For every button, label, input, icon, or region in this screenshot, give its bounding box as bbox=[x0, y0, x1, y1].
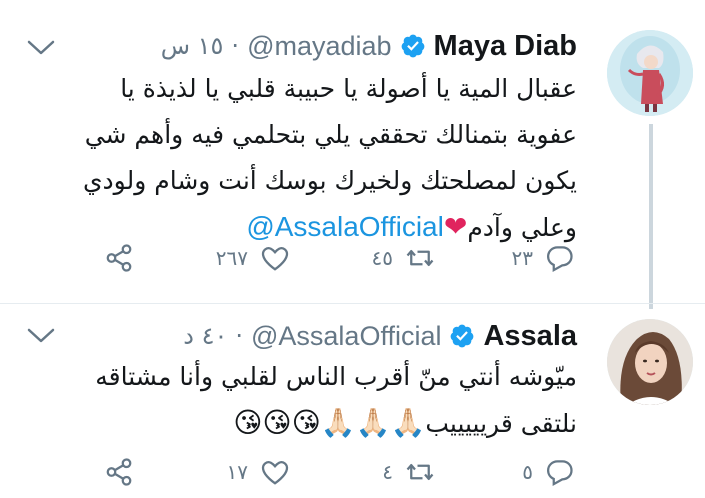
author-name[interactable]: Assala bbox=[483, 320, 577, 353]
separator-dot: · bbox=[231, 32, 240, 60]
author-handle[interactable]: @mayadiab bbox=[247, 31, 391, 62]
thread-line bbox=[649, 124, 653, 309]
chevron-down-icon[interactable] bbox=[26, 38, 56, 58]
retweet-button[interactable]: ٤٥ bbox=[372, 238, 435, 278]
reply-icon bbox=[546, 246, 573, 273]
author-name[interactable]: Maya Diab bbox=[434, 30, 577, 63]
reply-count: ٢٣ bbox=[511, 246, 533, 270]
reply-button[interactable]: ٥ bbox=[522, 452, 575, 492]
avatar-illustration-icon bbox=[607, 30, 693, 116]
retweet-count: ٤٥ bbox=[371, 246, 393, 270]
tweet-time[interactable]: ١٥ س bbox=[161, 32, 224, 60]
avatar-photo-icon bbox=[607, 319, 693, 405]
tweet-header: Maya Diab @mayadiab · ١٥ س bbox=[161, 26, 577, 66]
tweet-text: عقبال المية يا أصولة يا حبيبة قلبي يا لذ… bbox=[77, 66, 577, 251]
heart-icon bbox=[261, 247, 289, 271]
share-button[interactable] bbox=[104, 452, 134, 492]
avatar[interactable] bbox=[607, 319, 693, 405]
like-button[interactable]: ٢٦٧ bbox=[216, 238, 290, 278]
emoji-sequence: 🙏🏻🙏🏻🙏🏻😘😘😘 bbox=[233, 406, 426, 439]
share-icon bbox=[106, 244, 132, 272]
reply-button[interactable]: ٢٣ bbox=[512, 238, 575, 278]
tweet-text-line: يكون لمصلحتك ولخيرك بوسك أنت وشام ولودي bbox=[82, 166, 577, 195]
tweet-text-line: عفوية بتمنالك تحققي يلي بتحلمي فيه وأهم … bbox=[84, 120, 577, 149]
verified-badge-icon bbox=[401, 34, 424, 58]
tweet-assala[interactable]: Assala @AssalaOfficial · ٤٠ د ميّوشه أنت… bbox=[0, 303, 705, 498]
author-handle[interactable]: @AssalaOfficial bbox=[251, 321, 441, 352]
verified-badge-icon bbox=[451, 324, 474, 348]
tweet-text-line: ميّوشه أنتي منّ أقرب الناس لقلبي وأنا مش… bbox=[95, 362, 577, 391]
share-button[interactable] bbox=[104, 238, 134, 278]
tweet-text: ميّوشه أنتي منّ أقرب الناس لقلبي وأنا مش… bbox=[77, 354, 577, 447]
tweet-text-line-last: نلتقى قريييييب🙏🏻🙏🏻🙏🏻😘😘😘 bbox=[77, 400, 577, 447]
avatar[interactable] bbox=[607, 30, 693, 116]
reply-icon bbox=[546, 460, 573, 487]
tweet-maya-diab[interactable]: Maya Diab @mayadiab · ١٥ س عقبال المية ي… bbox=[0, 0, 705, 309]
tweet-header: Assala @AssalaOfficial · ٤٠ د bbox=[183, 316, 577, 356]
retweet-count: ٤ bbox=[382, 460, 393, 484]
retweet-button[interactable]: ٤ bbox=[382, 452, 435, 492]
like-count: ٢٦٧ bbox=[215, 246, 248, 270]
tweet-actions: ٢٣ ٤٥ ٢٦٧ bbox=[100, 238, 575, 278]
share-icon bbox=[106, 458, 132, 486]
retweet-icon bbox=[406, 464, 434, 480]
like-count: ١٧ bbox=[226, 460, 248, 484]
tweet-actions: ٥ ٤ ١٧ bbox=[100, 452, 575, 492]
tweet-time[interactable]: ٤٠ د bbox=[183, 322, 227, 350]
retweet-icon bbox=[406, 250, 434, 266]
reply-count: ٥ bbox=[522, 460, 533, 484]
like-button[interactable]: ١٧ bbox=[227, 452, 290, 492]
tweet-text-line: عقبال المية يا أصولة يا حبيبة قلبي يا لذ… bbox=[120, 74, 577, 103]
separator-dot: · bbox=[235, 322, 243, 350]
tweet-text-line: نلتقى قريييييب bbox=[425, 409, 577, 438]
chevron-down-icon[interactable] bbox=[26, 326, 56, 346]
heart-icon bbox=[261, 461, 289, 485]
